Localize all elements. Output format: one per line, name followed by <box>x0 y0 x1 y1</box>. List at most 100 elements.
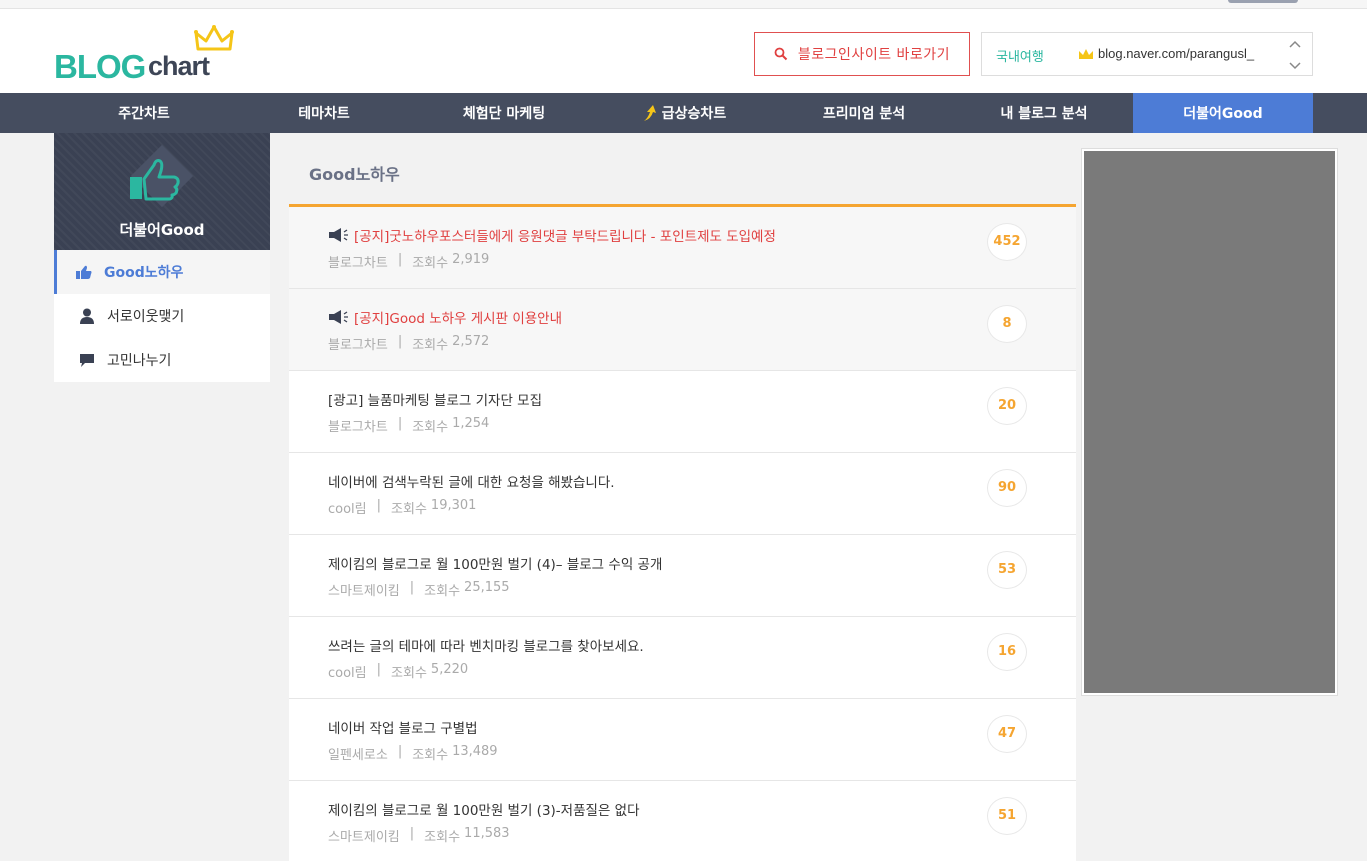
post-title[interactable]: 쓰려는 글의 테마에 따라 벤치마킹 블로그를 찾아보세요. <box>328 635 644 655</box>
board: Good노하우 [공지]굿노하우포스터들에게 응원댓글 부탁드립니다 - 포인트… <box>289 133 1076 861</box>
megaphone-icon <box>329 310 348 324</box>
comment-count: 53 <box>997 562 1017 577</box>
comment-count-badge: 47 <box>987 715 1027 753</box>
post-views: 1,254 <box>452 416 490 431</box>
post-author[interactable]: 블로그차트 <box>328 252 388 271</box>
blog-category: 국내여행 <box>996 50 1044 65</box>
comment-count: 452 <box>993 234 1021 249</box>
post-row[interactable]: [광고] 늘품마케팅 블로그 기자단 모집 블로그차트 | 조회수 1,254 20 <box>289 371 1076 453</box>
nav-item-weekly-chart[interactable]: 주간차트 <box>54 93 234 133</box>
sidebar-item-neighbor[interactable]: 서로이웃맺기 <box>54 294 270 338</box>
comment-count-badge: 53 <box>987 551 1027 589</box>
sidebar-item-label: 서로이웃맺기 <box>107 309 185 325</box>
post-row[interactable]: 제이킴의 블로그로 월 100만원 벌기 (3)-저품질은 없다 스마트제이킴 |… <box>289 781 1076 861</box>
top-tab[interactable] <box>1228 0 1298 3</box>
post-views-label: 조회수 <box>412 420 449 435</box>
person-icon <box>80 308 94 324</box>
nav-label: 내 블로그 분석 <box>1000 106 1088 122</box>
post-views: 2,919 <box>452 252 490 267</box>
post-author[interactable]: 스마트제이킴 <box>328 826 400 845</box>
post-author[interactable]: 블로그차트 <box>328 416 388 435</box>
comment-count-badge: 8 <box>987 305 1027 343</box>
sidebar: 더불어Good Good노하우 서로이웃맺기 고민나누기 <box>54 133 270 382</box>
thumbs-up-icon <box>130 159 180 201</box>
main-nav: 주간차트 테마차트 체험단 마케팅 급상승차트 프리미엄 분석 내 블로그 분석… <box>0 93 1367 133</box>
post-views: 19,301 <box>430 498 477 513</box>
rising-arrow-icon <box>643 105 656 121</box>
nav-label: 더불어Good <box>1183 106 1263 122</box>
sidebar-header: 더불어Good <box>54 133 270 250</box>
search-icon <box>774 47 788 61</box>
nav-item-my-blog-analysis[interactable]: 내 블로그 분석 <box>954 93 1134 133</box>
board-header: Good노하우 <box>289 133 1076 207</box>
post-row[interactable]: [공지]Good 노하우 게시판 이용안내 블로그차트 | 조회수 2,572 8 <box>289 289 1076 371</box>
post-title[interactable]: 네이버 작업 블로그 구별법 <box>328 717 478 737</box>
post-views-label: 조회수 <box>412 748 449 763</box>
megaphone-icon <box>329 228 348 242</box>
sidebar-title: 더불어Good <box>119 221 205 239</box>
post-title[interactable]: [공지]Good 노하우 게시판 이용안내 <box>354 307 562 327</box>
crown-icon <box>194 25 234 51</box>
logo-blog-text: BLOG <box>54 48 146 85</box>
comment-count: 90 <box>997 480 1017 495</box>
crown-icon <box>1079 48 1093 59</box>
comment-count: 51 <box>997 808 1017 823</box>
blog-insite-label: 블로그인사이트 바로가기 <box>797 47 951 63</box>
post-title[interactable]: 제이킴의 블로그로 월 100만원 벌기 (4)– 블로그 수익 공개 <box>328 553 662 573</box>
logo-chart-text: chart <box>148 51 210 81</box>
post-row[interactable]: 네이버에 검색누락된 글에 대한 요청을 해봤습니다. cool림 | 조회수 19,… <box>289 453 1076 535</box>
comment-count: 47 <box>997 726 1017 741</box>
sidebar-item-share-concerns[interactable]: 고민나누기 <box>54 338 270 382</box>
post-title[interactable]: [공지]굿노하우포스터들에게 응원댓글 부탁드립니다 - 포인트제도 도입예정 <box>354 225 776 245</box>
nav-label: 급상승차트 <box>661 106 727 122</box>
nav-label: 프리미엄 분석 <box>822 106 906 122</box>
post-author[interactable]: cool림 <box>328 662 367 681</box>
nav-item-experience-marketing[interactable]: 체험단 마케팅 <box>414 93 594 133</box>
logo[interactable]: BLOG chart <box>54 25 244 85</box>
post-views-label: 조회수 <box>412 338 449 353</box>
post-views: 2,572 <box>452 334 490 349</box>
post-title[interactable]: 제이킴의 블로그로 월 100만원 벌기 (3)-저품질은 없다 <box>328 799 640 819</box>
post-views-label: 조회수 <box>424 830 461 845</box>
post-views-label: 조회수 <box>412 256 449 271</box>
post-row[interactable]: 쓰려는 글의 테마에 따라 벤치마킹 블로그를 찾아보세요. cool림 | 조회수… <box>289 617 1076 699</box>
comment-count-badge: 20 <box>987 387 1027 425</box>
sidebar-item-good-knowhow[interactable]: Good노하우 <box>54 250 270 294</box>
nav-item-theme-chart[interactable]: 테마차트 <box>234 93 414 133</box>
top-strip <box>0 0 1367 9</box>
header: BLOG chart 블로그인사이트 바로가기 국내여행 blog.naver.… <box>0 9 1367 93</box>
nav-item-together-good[interactable]: 더불어Good <box>1133 93 1313 133</box>
post-row[interactable]: 네이버 작업 블로그 구별법 일펜세로소 | 조회수 13,489 47 <box>289 699 1076 781</box>
sidebar-menu: Good노하우 서로이웃맺기 고민나누기 <box>54 250 270 382</box>
post-row[interactable]: 제이킴의 블로그로 월 100만원 벌기 (4)– 블로그 수익 공개 스마트제… <box>289 535 1076 617</box>
ad-banner[interactable] <box>1082 149 1337 695</box>
post-title[interactable]: [광고] 늘품마케팅 블로그 기자단 모집 <box>328 389 542 409</box>
chat-icon <box>80 353 94 367</box>
comment-count-badge: 51 <box>987 797 1027 835</box>
blog-insite-button[interactable]: 블로그인사이트 바로가기 <box>754 32 970 76</box>
post-title[interactable]: 네이버에 검색누락된 글에 대한 요청을 해봤습니다. <box>328 471 615 491</box>
nav-label: 테마차트 <box>298 106 350 122</box>
blog-select[interactable]: 국내여행 blog.naver.com/parangusl_ <box>981 32 1313 76</box>
post-author[interactable]: 스마트제이킴 <box>328 580 400 599</box>
comment-count-badge: 452 <box>987 223 1027 261</box>
nav-item-rising-chart[interactable]: 급상승차트 <box>594 93 774 133</box>
select-arrows-icon[interactable] <box>1288 38 1302 72</box>
post-views-label: 조회수 <box>424 584 461 599</box>
post-author[interactable]: cool림 <box>328 498 367 517</box>
post-views: 13,489 <box>452 744 498 759</box>
comment-count-badge: 16 <box>987 633 1027 671</box>
post-views: 25,155 <box>464 580 510 595</box>
board-title: Good노하우 <box>309 165 400 184</box>
nav-item-premium-analysis[interactable]: 프리미엄 분석 <box>774 93 954 133</box>
comment-count-badge: 90 <box>987 469 1027 507</box>
post-author[interactable]: 블로그차트 <box>328 334 388 353</box>
nav-label: 주간차트 <box>118 106 170 122</box>
post-views: 5,220 <box>430 662 469 677</box>
sidebar-item-label: 고민나누기 <box>107 353 172 369</box>
blog-url: blog.naver.com/parangusl_ <box>1098 46 1255 61</box>
nav-label: 체험단 마케팅 <box>462 106 546 122</box>
post-row[interactable]: [공지]굿노하우포스터들에게 응원댓글 부탁드립니다 - 포인트제도 도입예정 … <box>289 207 1076 289</box>
post-author[interactable]: 일펜세로소 <box>328 744 388 763</box>
post-views: 11,583 <box>464 826 510 841</box>
